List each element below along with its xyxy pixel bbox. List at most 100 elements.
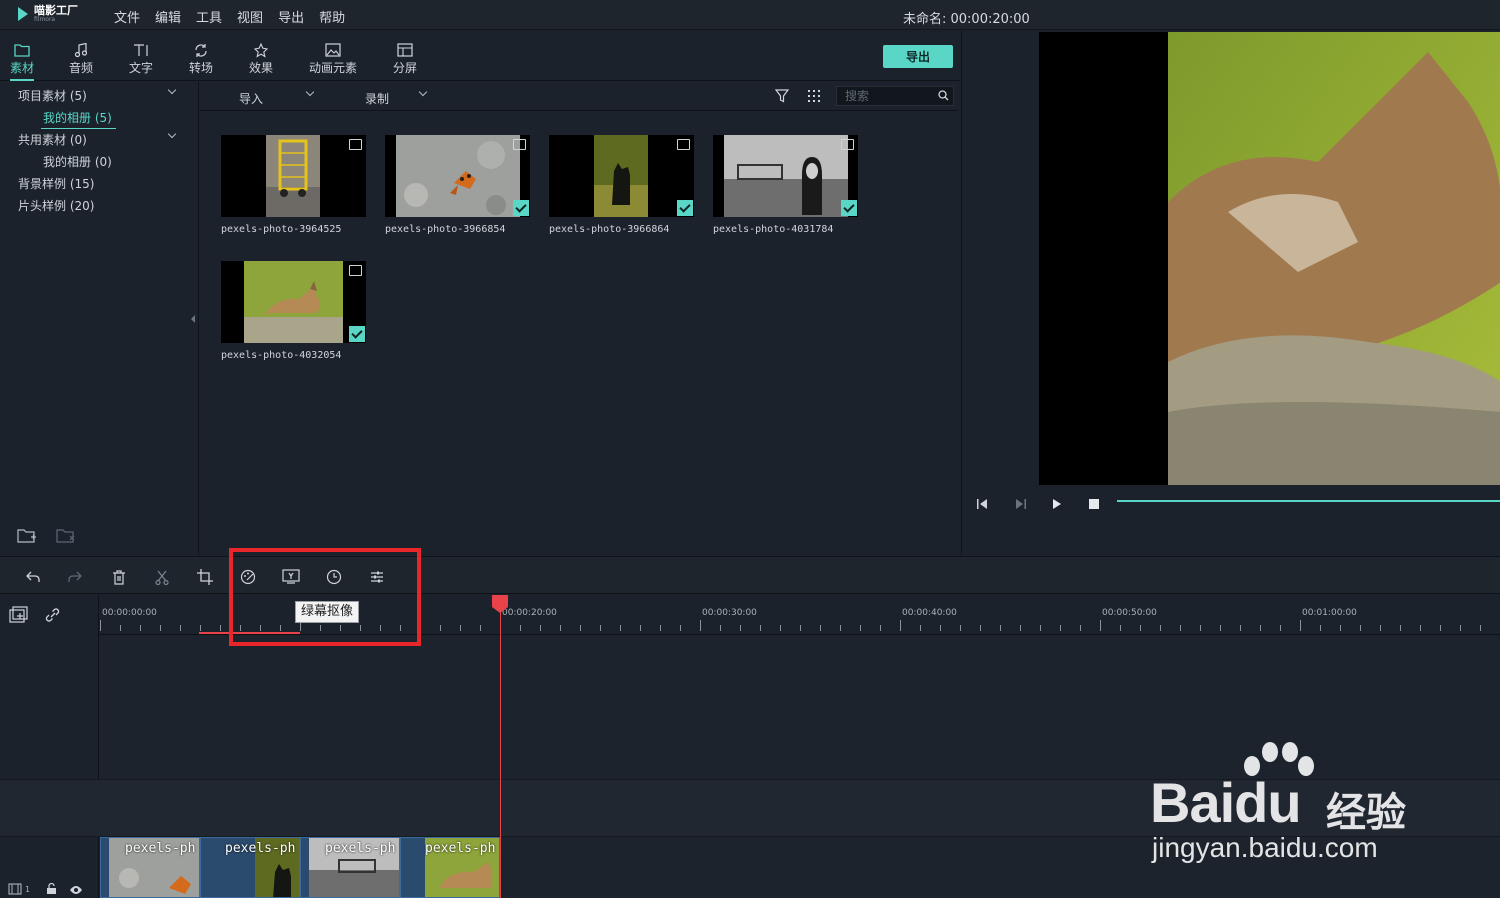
menu-tools[interactable]: 工具 bbox=[196, 7, 222, 26]
watermark-url: jingyan.baidu.com bbox=[1152, 832, 1378, 863]
chevron-down-icon[interactable] bbox=[305, 87, 315, 97]
play-icon[interactable] bbox=[1050, 497, 1064, 514]
media-thumbnail[interactable] bbox=[713, 135, 858, 217]
tab-label: 动画元素 bbox=[308, 61, 357, 75]
video-track-icon bbox=[8, 883, 22, 898]
split-screen-icon bbox=[383, 41, 427, 59]
preview-progress-bar[interactable] bbox=[1117, 500, 1500, 502]
menu-file[interactable]: 文件 bbox=[114, 7, 140, 26]
menu-export[interactable]: 导出 bbox=[278, 7, 304, 26]
effects-icon bbox=[239, 41, 283, 59]
tab-label: 音频 bbox=[68, 61, 93, 75]
link-icon[interactable] bbox=[44, 607, 61, 626]
media-name: pexels-photo-3964525 bbox=[221, 224, 342, 235]
thumbnail-image bbox=[266, 135, 320, 217]
crop-icon[interactable] bbox=[196, 568, 214, 586]
sidebar-item-shared-media[interactable]: 共用素材 (0) bbox=[18, 131, 87, 148]
menu-view[interactable]: 视图 bbox=[237, 7, 263, 26]
tab-audio[interactable]: 音频 bbox=[59, 41, 103, 76]
ruler-label: 00:00:20:00 bbox=[502, 608, 557, 618]
tab-split-screen[interactable]: 分屏 bbox=[383, 41, 427, 76]
timeline-clip[interactable]: pexels-ph bbox=[300, 837, 400, 898]
tab-transitions[interactable]: 转场 bbox=[179, 41, 223, 76]
stop-icon[interactable] bbox=[1087, 497, 1101, 514]
annotation-highlight-box bbox=[229, 548, 421, 646]
sidebar-item-intros[interactable]: 片头样例 (20) bbox=[18, 197, 94, 214]
grid-view-icon[interactable] bbox=[807, 89, 821, 106]
sidebar-item-project-media[interactable]: 项目素材 (5) bbox=[18, 87, 87, 104]
step-forward-icon[interactable] bbox=[1012, 497, 1028, 514]
project-title: 未命名: 00:00:20:00 bbox=[903, 12, 1030, 27]
chevron-down-icon[interactable] bbox=[418, 87, 428, 97]
playhead-handle[interactable] bbox=[492, 595, 508, 613]
lock-icon[interactable] bbox=[46, 882, 57, 898]
search-input[interactable] bbox=[845, 88, 935, 104]
folder-icon bbox=[0, 41, 44, 59]
tab-media[interactable]: 素材 bbox=[0, 41, 44, 81]
menu-edit[interactable]: 编辑 bbox=[155, 7, 181, 26]
filter-icon[interactable] bbox=[774, 89, 790, 106]
media-thumbnail[interactable] bbox=[221, 135, 366, 217]
paw-icon bbox=[1244, 742, 1314, 776]
cut-icon[interactable] bbox=[153, 568, 171, 586]
preview-player[interactable] bbox=[1039, 32, 1500, 485]
record-button[interactable]: 录制 bbox=[365, 90, 389, 107]
chevron-down-icon[interactable] bbox=[167, 129, 177, 139]
menu-help[interactable]: 帮助 bbox=[319, 7, 345, 26]
tab-label: 效果 bbox=[248, 61, 273, 75]
watermark-cn: 经验 bbox=[1326, 790, 1406, 836]
tab-label: 文字 bbox=[128, 61, 153, 75]
clip-label: pexels-ph bbox=[225, 841, 296, 856]
check-icon bbox=[677, 200, 693, 216]
track-number: 1 bbox=[25, 885, 31, 894]
text-icon bbox=[119, 41, 163, 59]
image-type-icon bbox=[841, 139, 854, 150]
tooltip: 绿幕抠像 bbox=[295, 601, 360, 623]
library-sidebar: 项目素材 (5) 我的相册 (5) 共用素材 (0) 我的相册 (0) 背景样例… bbox=[0, 82, 199, 555]
timeline-clip[interactable]: pexels-ph bbox=[400, 837, 500, 898]
delete-icon[interactable] bbox=[110, 568, 128, 586]
menu-bar: 喵影工厂 filmora 文件 编辑 工具 视图 导出 帮助 未命名: 00:0… bbox=[0, 0, 1500, 30]
media-thumbnail[interactable] bbox=[221, 261, 366, 343]
sidebar-item-shared-album[interactable]: 我的相册 (0) bbox=[43, 153, 112, 170]
track-headers: 1 bbox=[0, 595, 99, 898]
media-name: pexels-photo-4031784 bbox=[713, 224, 834, 235]
logo-title: 喵影工厂 bbox=[34, 4, 78, 17]
ruler-label: 00:00:50:00 bbox=[1102, 608, 1157, 618]
export-button[interactable]: 导出 bbox=[883, 45, 953, 68]
step-back-icon[interactable] bbox=[975, 497, 991, 514]
thumbnail-image bbox=[724, 135, 848, 217]
clip-label: pexels-ph bbox=[425, 841, 496, 856]
thumbnail-image bbox=[244, 261, 343, 343]
collapse-panel-icon[interactable] bbox=[191, 315, 195, 323]
delete-folder-icon[interactable] bbox=[56, 528, 76, 547]
search-icon[interactable] bbox=[938, 90, 949, 104]
music-note-icon bbox=[59, 41, 103, 59]
tab-elements[interactable]: 动画元素 bbox=[304, 41, 362, 76]
check-icon bbox=[349, 326, 365, 342]
ruler-label: 00:00:00:00 bbox=[102, 608, 157, 618]
image-type-icon bbox=[677, 139, 690, 150]
import-button[interactable]: 导入 bbox=[239, 90, 263, 107]
playhead[interactable] bbox=[500, 600, 501, 898]
logo-icon bbox=[18, 7, 30, 21]
new-folder-icon[interactable] bbox=[17, 528, 37, 547]
sidebar-item-my-album[interactable]: 我的相册 (5) bbox=[41, 109, 116, 129]
check-icon bbox=[841, 200, 857, 216]
tab-effects[interactable]: 效果 bbox=[239, 41, 283, 76]
preview-panel bbox=[961, 31, 1500, 555]
check-icon bbox=[513, 200, 529, 216]
eye-icon[interactable] bbox=[69, 884, 83, 898]
media-thumbnail[interactable] bbox=[549, 135, 694, 217]
sidebar-item-backgrounds[interactable]: 背景样例 (15) bbox=[18, 175, 94, 192]
media-thumbnail[interactable] bbox=[385, 135, 530, 217]
tab-text[interactable]: 文字 bbox=[119, 41, 163, 76]
add-track-icon[interactable] bbox=[9, 606, 29, 626]
redo-icon[interactable] bbox=[66, 568, 84, 586]
logo-subtitle: filmora bbox=[34, 16, 56, 23]
timeline-clip[interactable]: pexels-ph bbox=[200, 837, 300, 898]
chevron-down-icon[interactable] bbox=[167, 85, 177, 95]
undo-icon[interactable] bbox=[24, 568, 42, 586]
image-type-icon bbox=[349, 139, 362, 150]
timeline-clip[interactable]: pexels-ph bbox=[100, 837, 200, 898]
